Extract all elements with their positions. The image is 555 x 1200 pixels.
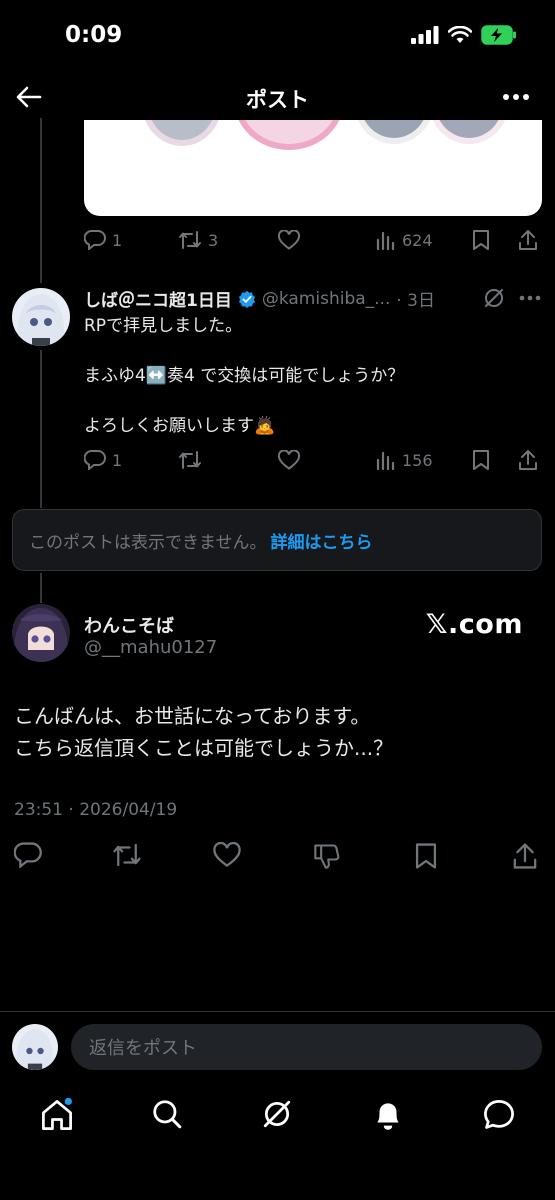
post-timestamp: 23:51 · 2026/04/19 (14, 800, 178, 820)
repost-action[interactable]: 3 (178, 230, 218, 250)
cellular-signal-icon (411, 26, 439, 44)
grok-button[interactable] (483, 287, 505, 309)
unavailable-text: このポストは表示できません。 (29, 532, 267, 553)
post-media-image[interactable] (84, 120, 542, 216)
reply-post-line: RPで拝見しました。 (84, 316, 243, 336)
views-count: 624 (402, 230, 433, 250)
x-com-watermark: 𝕏.com (425, 609, 523, 640)
reply-icon (84, 450, 106, 470)
tab-search[interactable] (151, 1098, 183, 1130)
reply-post-header: しば＠ニコ超1日目 @kamishiba_... · 3日 (84, 286, 435, 312)
bookmark-action[interactable] (472, 229, 490, 251)
main-post-line: こちら返信頂くことは可能でしょうか...？ (14, 736, 394, 760)
reply-icon (84, 230, 106, 250)
thread-line (40, 573, 42, 603)
thumbs-down-icon (314, 844, 340, 869)
post-actions: 1 156 (84, 446, 544, 474)
repost-count: 3 (208, 230, 219, 250)
like-button[interactable] (212, 842, 242, 868)
author-name[interactable]: わんこそば (84, 612, 174, 638)
heart-icon (277, 450, 301, 470)
share-action[interactable] (518, 229, 538, 251)
status-time: 0:09 (65, 22, 123, 48)
main-post-line: こんばんは、お世話になっております。 (14, 704, 371, 728)
repost-icon (113, 843, 141, 867)
author-name[interactable]: しば＠ニコ超1日目 (84, 286, 232, 311)
tab-home[interactable] (40, 1098, 74, 1132)
divider (0, 1011, 555, 1012)
reply-post-line: よろしくお願いします🙇 (84, 416, 276, 436)
tab-messages[interactable] (482, 1098, 516, 1132)
reply-count: 1 (112, 230, 123, 250)
like-action[interactable] (277, 450, 301, 470)
share-icon (519, 450, 537, 470)
wifi-icon (448, 26, 472, 43)
battery-charging-icon (481, 25, 516, 45)
author-handle[interactable]: @__mahu0127 (84, 637, 217, 658)
share-action[interactable] (518, 449, 538, 471)
repost-button[interactable] (112, 842, 142, 868)
media-sticker (354, 120, 434, 144)
unavailable-post-notice: このポストは表示できません。 詳細はこちら (12, 509, 542, 571)
reply-action[interactable]: 1 (84, 230, 122, 250)
share-button[interactable] (512, 842, 538, 870)
grok-icon (263, 1100, 291, 1128)
thread-line (40, 118, 42, 283)
media-sticker (429, 120, 509, 144)
post-actions: 1 3 624 (84, 226, 544, 254)
more-horizontal-icon (519, 295, 541, 301)
main-post-actions (0, 842, 555, 878)
author-handle[interactable]: @kamishiba_... (262, 289, 391, 309)
share-icon (519, 230, 537, 250)
details-link[interactable]: 詳細はこちら (271, 528, 373, 553)
share-icon (513, 843, 537, 869)
status-icons (411, 25, 517, 45)
media-sticker (234, 120, 344, 150)
grok-icon (485, 289, 503, 307)
reply-input[interactable]: 返信をポスト (71, 1024, 542, 1070)
like-action[interactable] (277, 230, 301, 250)
verified-badge-icon (238, 290, 255, 308)
heart-icon (277, 230, 301, 250)
repost-action[interactable] (178, 450, 202, 470)
media-sticker (142, 120, 222, 146)
heart-icon (213, 842, 241, 868)
views-action[interactable]: 156 (376, 450, 433, 470)
views-chart-icon (376, 451, 395, 470)
avatar[interactable] (12, 288, 70, 346)
more-options-button[interactable] (499, 80, 533, 114)
views-count: 156 (402, 450, 433, 470)
views-action[interactable]: 624 (376, 230, 433, 250)
tab-grok[interactable] (261, 1098, 293, 1130)
bookmark-button[interactable] (414, 842, 438, 870)
reply-more-button[interactable] (519, 295, 541, 301)
reply-button[interactable] (14, 842, 42, 868)
my-avatar[interactable] (12, 1024, 58, 1070)
repost-icon (179, 451, 201, 469)
bookmark-icon (473, 450, 489, 470)
home-icon (42, 1098, 72, 1130)
bookmark-icon (415, 843, 437, 869)
bookmark-action[interactable] (472, 449, 490, 471)
bookmark-icon (473, 230, 489, 250)
main-post-text: こんばんは、お世話になっております。 こちら返信頂くことは可能でしょうか...？ (14, 700, 393, 764)
reply-count: 1 (112, 450, 123, 470)
message-bubble-icon (484, 1100, 514, 1129)
repost-icon (179, 231, 201, 249)
reply-icon (14, 842, 42, 868)
views-chart-icon (376, 231, 395, 250)
bell-icon (377, 1103, 399, 1130)
page-title: ポスト (246, 88, 309, 112)
avatar[interactable] (12, 604, 70, 662)
search-icon (153, 1100, 182, 1129)
thread-line (40, 350, 42, 508)
dislike-button[interactable] (313, 842, 341, 870)
reply-action[interactable]: 1 (84, 450, 122, 470)
reply-post-line: まふゆ4↔️奏4 で交換は可能でしょうか？ (84, 366, 405, 386)
more-horizontal-icon (503, 94, 529, 100)
tab-notifications[interactable] (372, 1098, 404, 1132)
post-time: · 3日 (396, 291, 435, 311)
